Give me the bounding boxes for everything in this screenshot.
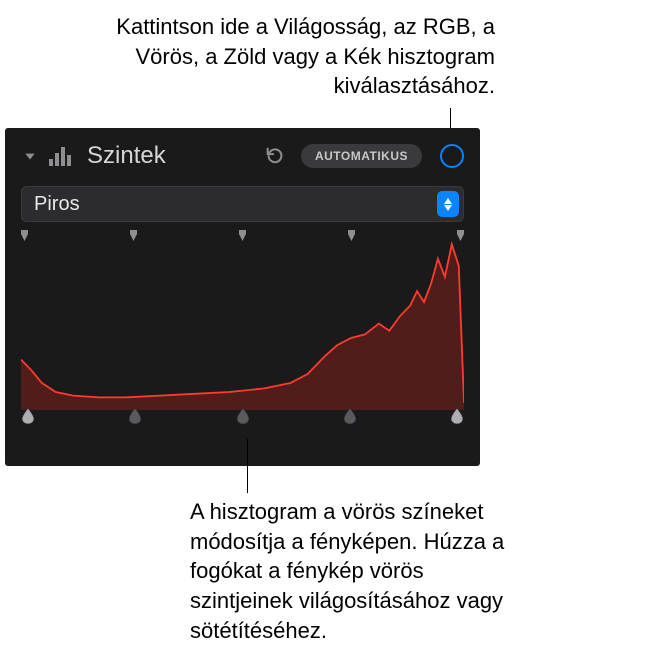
histogram-chart: [21, 230, 464, 410]
channel-dropdown[interactable]: Piros: [21, 186, 464, 222]
disclosure-triangle-icon[interactable]: [21, 147, 39, 165]
panel-header: Szintek AUTOMATIKUS: [5, 128, 480, 178]
bottom-handle[interactable]: [343, 408, 357, 424]
auto-button[interactable]: AUTOMATIKUS: [301, 144, 422, 168]
dropdown-arrows-icon: [437, 191, 459, 217]
reset-button[interactable]: [261, 142, 289, 170]
bottom-handle[interactable]: [21, 408, 35, 424]
top-handle-row: [21, 230, 464, 242]
section-title: Szintek: [87, 142, 253, 170]
levels-panel: Szintek AUTOMATIKUS Piros: [5, 128, 480, 466]
bottom-handle[interactable]: [236, 408, 250, 424]
enable-toggle-ring[interactable]: [440, 144, 464, 168]
channel-dropdown-label: Piros: [34, 193, 437, 216]
levels-icon: [47, 143, 75, 169]
top-handle[interactable]: [348, 230, 355, 241]
callout-leader-line: [247, 439, 248, 493]
top-handle[interactable]: [457, 230, 464, 241]
histogram-area: [21, 230, 464, 430]
callout-bottom-text: A hisztogram a vörös színeket módosítja …: [190, 497, 520, 645]
bottom-handle-row: [21, 408, 464, 424]
top-handle[interactable]: [239, 230, 246, 241]
top-handle[interactable]: [130, 230, 137, 241]
callout-top-text: Kattintson ide a Világosság, az RGB, a V…: [75, 12, 495, 101]
top-handle[interactable]: [21, 230, 28, 241]
bottom-handle[interactable]: [128, 408, 142, 424]
bottom-handle[interactable]: [450, 408, 464, 424]
